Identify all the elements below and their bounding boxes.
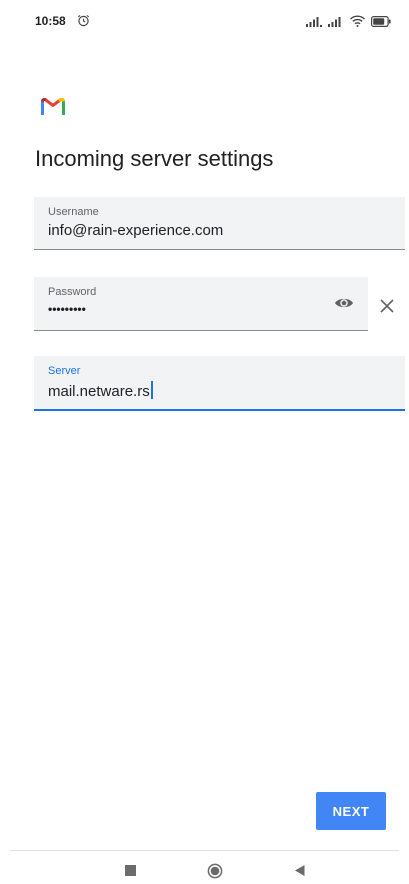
status-bar: 10:58 xyxy=(0,0,409,42)
close-icon[interactable] xyxy=(378,297,396,320)
server-value-text: mail.netware.rs xyxy=(48,383,150,400)
password-value[interactable]: ••••••••• xyxy=(48,302,86,316)
gmail-logo-icon xyxy=(41,98,65,121)
status-time: 10:58 xyxy=(35,14,66,28)
password-label: Password xyxy=(48,286,97,298)
battery-icon xyxy=(371,14,391,32)
signal-icon xyxy=(306,14,322,32)
server-label: Server xyxy=(48,365,81,377)
wifi-icon xyxy=(350,14,365,32)
status-icons xyxy=(306,14,391,32)
eye-icon[interactable] xyxy=(334,296,354,315)
home-circle-icon[interactable] xyxy=(207,863,223,884)
username-field[interactable]: Username info@rain-experience.com xyxy=(34,197,405,250)
page-title: Incoming server settings xyxy=(35,146,274,171)
server-value[interactable]: mail.netware.rs xyxy=(48,381,153,400)
text-cursor xyxy=(150,381,153,399)
server-field[interactable]: Server mail.netware.rs xyxy=(34,356,405,411)
next-button[interactable]: NEXT xyxy=(316,792,386,830)
recents-square-icon[interactable] xyxy=(125,865,136,876)
username-value[interactable]: info@rain-experience.com xyxy=(48,222,223,239)
signal-icon xyxy=(328,14,344,32)
alarm-icon xyxy=(77,14,90,32)
nav-divider xyxy=(10,850,399,851)
navigation-bar xyxy=(0,850,409,879)
username-label: Username xyxy=(48,206,99,218)
back-triangle-icon[interactable] xyxy=(294,864,306,882)
password-field[interactable]: Password ••••••••• xyxy=(34,277,368,331)
